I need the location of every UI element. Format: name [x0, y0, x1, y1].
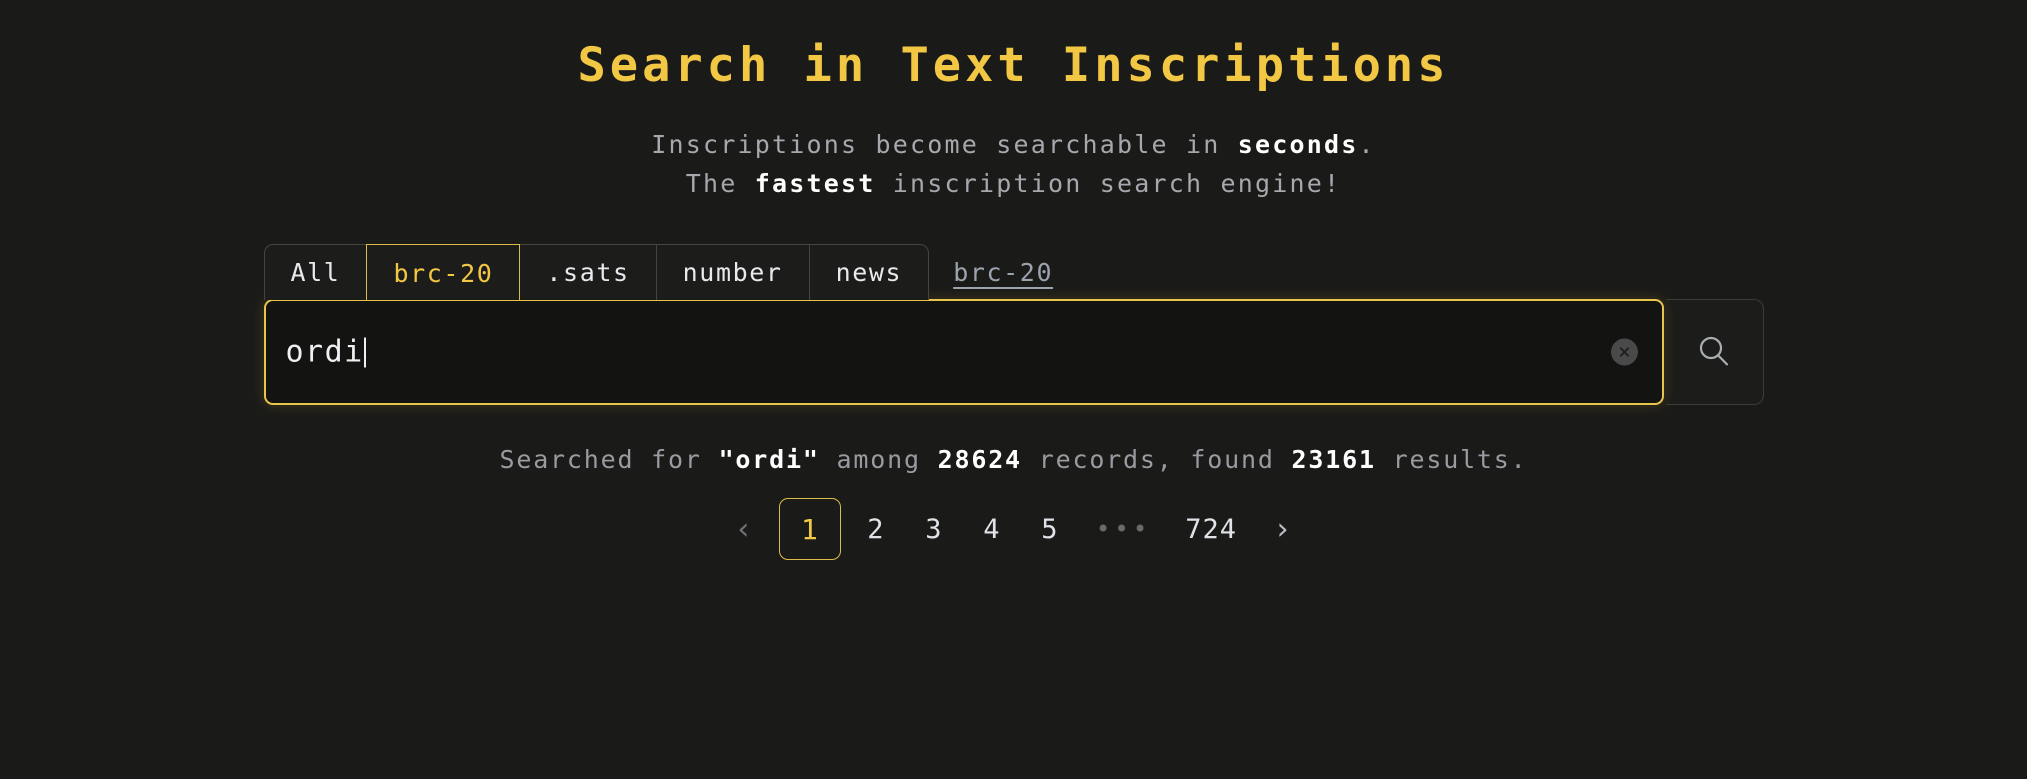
results-suffix: results.	[1375, 445, 1528, 475]
results-query: "ordi"	[718, 445, 820, 475]
subtitle-line-1-post: .	[1358, 130, 1376, 160]
subtitle-line-2-emphasis: fastest	[754, 169, 876, 199]
search-cluster: All brc-20 .sats number news brc-20 ordi	[263, 244, 1764, 406]
subtitle-line-1: Inscriptions become searchable in second…	[651, 132, 1376, 157]
tab-number[interactable]: number	[657, 245, 810, 301]
filter-tabs: All brc-20 .sats number news	[263, 244, 930, 302]
search-input-wrapper[interactable]: ordi	[263, 299, 1664, 406]
chevron-right-icon[interactable]: ›	[1260, 504, 1306, 554]
page-button-1[interactable]: 1	[778, 498, 841, 561]
page-button-4[interactable]: 4	[969, 504, 1015, 554]
subtitle-line-2: The fastest inscription search engine!	[651, 171, 1376, 196]
subtitle-line-2-pre: The	[685, 169, 755, 199]
results-middle-1: among	[819, 445, 938, 475]
pagination-ellipsis: •••	[1095, 515, 1152, 544]
results-prefix: Searched for	[499, 445, 719, 475]
page-title: Search in Text Inscriptions	[577, 38, 1450, 93]
page-button-2[interactable]: 2	[853, 504, 899, 554]
search-submit-button[interactable]	[1665, 299, 1764, 406]
filter-tabs-row: All brc-20 .sats number news brc-20	[263, 244, 1054, 302]
page-button-3[interactable]: 3	[911, 504, 957, 554]
magnifier-icon	[1699, 337, 1729, 366]
close-icon	[1619, 347, 1629, 357]
results-middle-2: records, found	[1021, 445, 1292, 475]
pagination: ‹ 1 2 3 4 5 ••• 724 ›	[721, 498, 1306, 561]
results-summary: Searched for "ordi" among 28624 records,…	[500, 445, 1528, 474]
chevron-left-icon[interactable]: ‹	[721, 504, 767, 554]
page-button-5[interactable]: 5	[1027, 504, 1073, 554]
search-input-row: ordi	[263, 299, 1764, 406]
subtitle-line-1-pre: Inscriptions become searchable in	[651, 130, 1238, 160]
subtitle-line-2-post: inscription search engine!	[875, 169, 1342, 199]
active-filter-link[interactable]: brc-20	[953, 244, 1053, 300]
tab-news[interactable]: news	[810, 245, 929, 300]
subtitle-line-1-emphasis: seconds	[1237, 130, 1359, 160]
tab-brc-20[interactable]: brc-20	[366, 244, 521, 302]
page-button-last[interactable]: 724	[1174, 504, 1248, 554]
circle-x-icon[interactable]	[1610, 338, 1638, 366]
results-record-count: 28624	[937, 445, 1022, 475]
tab-sats[interactable]: .sats	[520, 245, 657, 301]
subtitle-block: Inscriptions become searchable in second…	[651, 132, 1376, 196]
tab-all[interactable]: All	[265, 245, 368, 301]
app-root: Search in Text Inscriptions Inscriptions…	[0, 0, 2027, 779]
results-found-count: 23161	[1291, 445, 1376, 475]
